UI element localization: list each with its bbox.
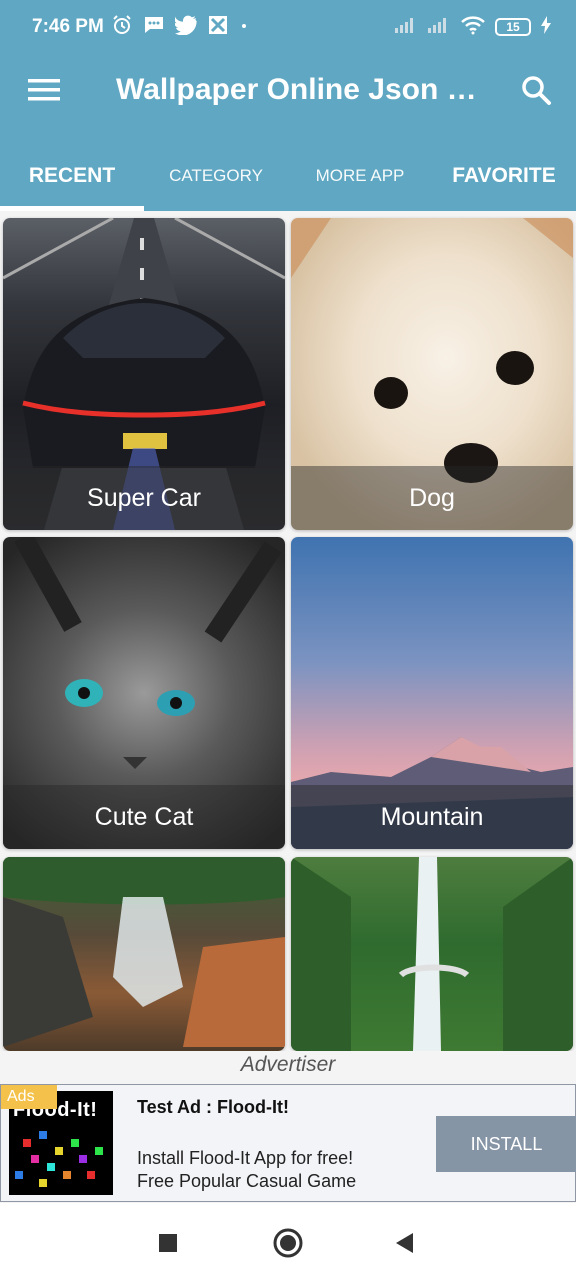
wallpaper-grid[interactable]: Super Car Dog Cute Cat Mountain bbox=[0, 211, 576, 1051]
alarm-icon bbox=[111, 14, 133, 41]
signal-icon bbox=[427, 16, 451, 39]
ad-title[interactable]: Test Ad : Flood-It! bbox=[137, 1097, 289, 1118]
ad-description-line: Free Popular Casual Game bbox=[137, 1171, 357, 1191]
search-icon[interactable] bbox=[514, 68, 558, 112]
wallpaper-card-mountain[interactable]: Mountain bbox=[291, 537, 573, 849]
ads-badge: Ads bbox=[1, 1085, 57, 1109]
app-bar: 7:46 PM 15 Wallpaper Online Json V... RE… bbox=[0, 0, 576, 211]
wallpaper-label: Mountain bbox=[291, 785, 573, 849]
toolbar: Wallpaper Online Json V... bbox=[0, 56, 576, 128]
signal-icon bbox=[394, 16, 418, 39]
wallpaper-image bbox=[3, 857, 285, 1051]
dot-icon bbox=[239, 14, 249, 41]
wallpaper-label: Cute Cat bbox=[3, 785, 285, 849]
home-circle-icon[interactable] bbox=[268, 1223, 308, 1263]
ad-description-line: Install Flood-It App for free! bbox=[137, 1148, 354, 1168]
app-title: Wallpaper Online Json V... bbox=[116, 73, 488, 106]
wallpaper-card-cute-cat[interactable]: Cute Cat bbox=[3, 537, 285, 849]
system-status-icons: 15 bbox=[394, 14, 552, 40]
wallpaper-card-super-car[interactable]: Super Car bbox=[3, 218, 285, 530]
hamburger-menu-icon[interactable] bbox=[22, 70, 68, 110]
tab-more-app[interactable]: MORE APP bbox=[288, 140, 432, 211]
system-nav-bar bbox=[0, 1203, 576, 1280]
wallpaper-image bbox=[291, 857, 573, 1051]
back-triangle-icon[interactable] bbox=[384, 1223, 424, 1263]
status-time: 7:46 PM bbox=[32, 16, 104, 37]
install-button[interactable]: INSTALL bbox=[436, 1116, 576, 1172]
ad-description: Install Flood-It App for free! Free Popu… bbox=[137, 1147, 356, 1193]
wallpaper-card-waterfall-bridge[interactable] bbox=[291, 857, 573, 1051]
message-icon bbox=[143, 15, 165, 40]
wifi-icon bbox=[460, 15, 486, 40]
tab-favorite[interactable]: FAVORITE bbox=[432, 140, 576, 211]
recents-square-icon[interactable] bbox=[148, 1223, 188, 1263]
ad-banner[interactable]: Flood-It! Ads Test Ad : Flood-It! Instal… bbox=[0, 1084, 576, 1202]
wallpaper-card-waterfall[interactable] bbox=[3, 857, 285, 1051]
wallpaper-label: Super Car bbox=[3, 466, 285, 530]
battery-icon: 15 bbox=[495, 18, 531, 36]
wallpaper-card-dog[interactable]: Dog bbox=[291, 218, 573, 530]
status-bar: 7:46 PM 15 bbox=[0, 0, 576, 56]
app-icon bbox=[207, 14, 229, 41]
wallpaper-label: Dog bbox=[291, 466, 573, 530]
advertiser-heading: Advertiser bbox=[240, 1053, 336, 1076]
charging-icon bbox=[540, 15, 552, 40]
notification-icons bbox=[111, 14, 249, 40]
tab-recent[interactable]: RECENT bbox=[0, 140, 144, 211]
tab-category[interactable]: CATEGORY bbox=[144, 140, 288, 211]
twitter-icon bbox=[174, 15, 197, 40]
tab-bar: RECENT CATEGORY MORE APP FAVORITE bbox=[0, 140, 576, 211]
